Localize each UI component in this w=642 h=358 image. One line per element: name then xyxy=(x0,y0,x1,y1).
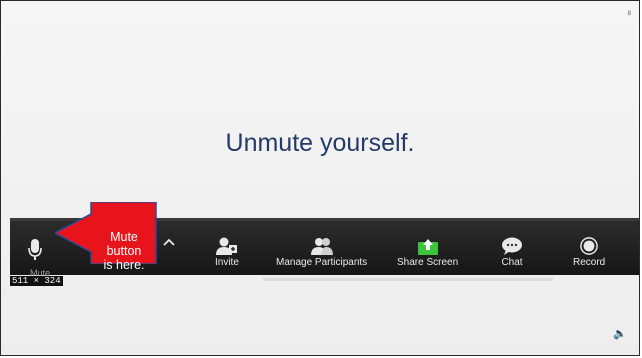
callout-line-2: button xyxy=(106,244,142,258)
share-screen-label: Share Screen xyxy=(397,257,459,268)
callout-text: Mute button is here. xyxy=(91,230,157,272)
chevron-up-icon xyxy=(163,238,175,246)
manage-participants-button[interactable]: Manage Participants xyxy=(276,237,367,268)
slide: 8 Unmute yourself. Mute 511 × 324 Invite… xyxy=(0,0,640,356)
chat-label: Chat xyxy=(501,257,523,268)
invite-button[interactable]: Invite xyxy=(215,237,239,268)
size-badge: 511 × 324 xyxy=(10,276,63,286)
mute-button[interactable] xyxy=(28,239,42,261)
microphone-icon xyxy=(28,239,42,260)
chat-icon xyxy=(502,237,522,255)
invite-label: Invite xyxy=(215,257,239,268)
speaker-icon[interactable]: 🔈 xyxy=(613,327,627,340)
share-screen-button[interactable]: Share Screen xyxy=(397,237,458,268)
record-icon xyxy=(580,237,598,255)
record-label: Record xyxy=(573,257,606,268)
callout-line-3: is here. xyxy=(103,258,145,272)
manage-participants-label: Manage Participants xyxy=(276,257,368,268)
callout-line-1: Mute xyxy=(110,230,138,244)
page-number: 8 xyxy=(627,11,631,17)
record-button[interactable]: Record xyxy=(573,237,605,268)
participants-icon xyxy=(310,238,333,255)
chat-button[interactable]: Chat xyxy=(501,237,523,268)
add-user-icon xyxy=(215,237,237,255)
slide-title: Unmute yourself. xyxy=(225,129,415,157)
toolbar-reflection xyxy=(263,278,553,281)
share-screen-icon xyxy=(417,239,438,255)
audio-options-button[interactable] xyxy=(163,238,175,246)
